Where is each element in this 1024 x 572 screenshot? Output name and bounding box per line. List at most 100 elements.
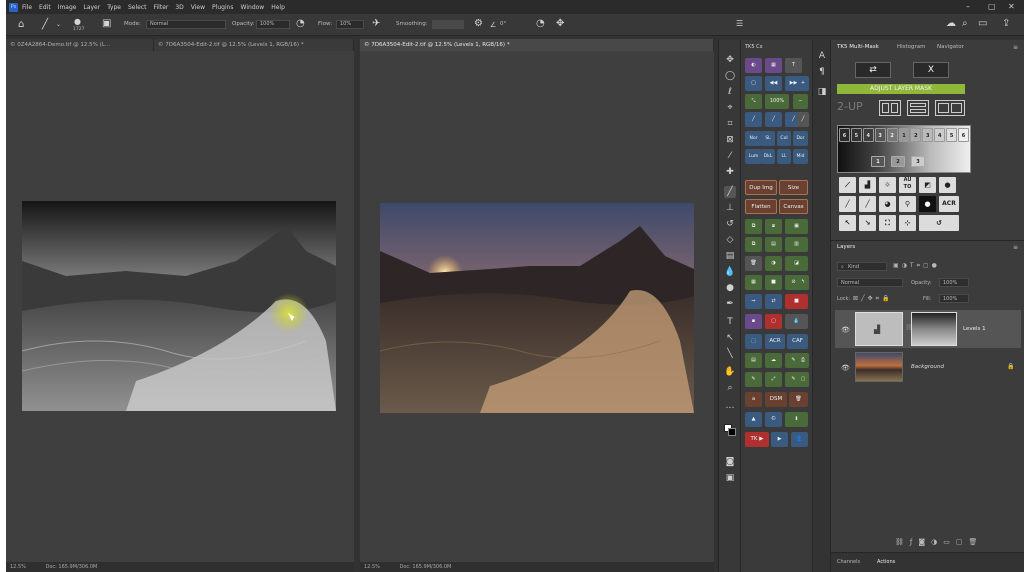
sun-icon[interactable]: ☼ bbox=[879, 177, 896, 193]
airbrush-icon[interactable]: ✈ bbox=[372, 19, 380, 29]
grid-cell-4a[interactable]: 4 bbox=[862, 128, 874, 142]
menu-filter[interactable]: Filter bbox=[154, 4, 169, 11]
pin-icon[interactable]: ⚲ bbox=[899, 196, 916, 212]
marquee-tool-icon[interactable]: ◯ bbox=[724, 70, 736, 82]
layer-row-background[interactable]: 👁 Background 🔒 bbox=[835, 350, 1021, 388]
layer-action-icons[interactable]: ⛓ƒ◙◑▭▢🗑 bbox=[895, 538, 983, 546]
opacity-input[interactable]: 100% bbox=[256, 20, 290, 29]
contract-icon[interactable]: ⊹ bbox=[899, 215, 916, 231]
menu-plugins[interactable]: Plugins bbox=[212, 4, 234, 11]
path-select-tool-icon[interactable]: ↖ bbox=[724, 332, 736, 344]
quick-mask-icon[interactable]: ◙ bbox=[724, 456, 736, 468]
maximize-button[interactable]: ▢ bbox=[988, 2, 996, 11]
tk-mask-icon[interactable]: ◐ bbox=[745, 58, 762, 73]
auto-to-icon[interactable]: AU TO bbox=[899, 177, 916, 193]
tk-triangle-icon[interactable]: ▲ bbox=[745, 412, 762, 427]
tk-prev-icon[interactable]: ◀◀ bbox=[765, 76, 782, 91]
screen-mode-icon[interactable]: ▣ bbox=[724, 472, 736, 484]
stamp-tool-icon[interactable]: ⊥ bbox=[724, 202, 736, 214]
close-mask-button[interactable]: X bbox=[913, 62, 949, 78]
menu-image[interactable]: Image bbox=[58, 4, 77, 11]
tk-brush-black-icon[interactable]: ╱ bbox=[745, 112, 762, 127]
tk-lum-button[interactable]: Lum bbox=[745, 149, 762, 164]
expand-icon[interactable]: ⛶ bbox=[879, 215, 896, 231]
tk-size-button[interactable]: Size bbox=[779, 180, 808, 195]
grid-mid-3[interactable]: 3 bbox=[911, 156, 925, 167]
cloud-docs-icon[interactable]: ☁ bbox=[946, 19, 956, 29]
grid-cell-1[interactable]: 1 bbox=[898, 128, 910, 142]
tk-layer-group-icon[interactable]: ⧉ bbox=[745, 237, 762, 252]
search-icon[interactable]: ⌕ bbox=[962, 19, 968, 29]
pressure-opacity-icon[interactable]: ◔ bbox=[296, 19, 305, 29]
tk-dor-button[interactable]: Dor bbox=[793, 131, 808, 146]
tk-drop-icon[interactable]: 💧 bbox=[785, 314, 808, 329]
layer-opacity-input[interactable]: 100% bbox=[939, 278, 969, 287]
grid-cell-6b[interactable]: 6 bbox=[958, 128, 969, 142]
brush-tool-icon[interactable]: ╱ bbox=[724, 186, 736, 198]
fill-input[interactable]: 100% bbox=[939, 294, 969, 303]
right-zoom-value[interactable]: 12.5% bbox=[364, 564, 380, 570]
color-swatches-icon[interactable] bbox=[724, 424, 736, 436]
eraser-tool-icon[interactable]: ◇ bbox=[724, 234, 736, 246]
tab-demo-document[interactable]: © 0Z4A2864-Demo.tif @ 12.5% (L... bbox=[6, 39, 154, 51]
hand-tool-icon[interactable]: ✋ bbox=[724, 366, 736, 378]
right-doc-info[interactable]: Doc: 165.9M/306.0M bbox=[399, 564, 451, 570]
tk-layer-stamp-icon[interactable]: ▤ bbox=[765, 237, 782, 252]
histogram-icon[interactable]: ▟ bbox=[859, 177, 876, 193]
drop-icon[interactable]: ● bbox=[939, 177, 956, 193]
tk-zoom-100-button[interactable]: 100% bbox=[765, 94, 789, 109]
tk-dsm-button[interactable]: DSM bbox=[765, 392, 787, 407]
mask-thumbnail[interactable] bbox=[911, 312, 957, 346]
paragraph-panel-icon[interactable]: ¶ bbox=[816, 66, 828, 78]
grid-cell-3b[interactable]: 3 bbox=[922, 128, 934, 142]
tk-copyright-icon[interactable]: © bbox=[765, 412, 782, 427]
left-doc-info[interactable]: Doc: 165.9M/306.0M bbox=[45, 564, 97, 570]
layer-name-background[interactable]: Background bbox=[911, 364, 944, 370]
arrow-se-icon[interactable]: ↘ bbox=[859, 215, 876, 231]
tk-user-play-icon[interactable]: 👤 bbox=[791, 432, 808, 447]
share-icon[interactable]: ⇪ bbox=[1002, 19, 1010, 29]
menu-view[interactable]: View bbox=[191, 4, 205, 11]
blur-tool-icon[interactable]: 💧 bbox=[724, 266, 736, 278]
adjust-layer-mask-button[interactable]: ADJUST LAYER MASK bbox=[837, 84, 965, 94]
tk-nor-button[interactable]: Nor bbox=[745, 131, 762, 146]
minimize-button[interactable]: – bbox=[966, 2, 970, 11]
tk-doc-save-icon[interactable]: ▤ bbox=[745, 353, 762, 368]
tk-layer-copy-icon[interactable]: ⧉ bbox=[745, 219, 762, 234]
tk-fit-icon[interactable]: ⤡ bbox=[745, 94, 762, 109]
menu-layer[interactable]: Layer bbox=[83, 4, 100, 11]
grid-cell-6a[interactable]: 6 bbox=[839, 128, 850, 142]
menu-help[interactable]: Help bbox=[271, 4, 285, 11]
arrow-nw-icon[interactable]: ↖ bbox=[839, 215, 856, 231]
tk-swap-icon[interactable]: ⇄ bbox=[765, 294, 782, 309]
tk-sl-button[interactable]: SL bbox=[761, 131, 775, 146]
tk-bolt-icon[interactable]: ϟ bbox=[797, 275, 809, 290]
menu-file[interactable]: File bbox=[22, 4, 32, 11]
layout-vertical-icon[interactable] bbox=[879, 100, 901, 116]
tk-dkl-button[interactable]: DkL bbox=[761, 149, 775, 164]
tk-purple-swatch-icon[interactable]: ▪ bbox=[745, 314, 762, 329]
brush-white-icon[interactable]: ╱ bbox=[859, 196, 876, 212]
curves-icon[interactable]: ⟋ bbox=[839, 177, 856, 193]
grid-mid-1[interactable]: 1 bbox=[871, 156, 885, 167]
tk-select-icon[interactable]: ⬚ bbox=[745, 334, 762, 349]
character-panel-icon[interactable]: A bbox=[816, 50, 828, 62]
grid-cell-3a[interactable]: 3 bbox=[874, 128, 886, 142]
lock-icon[interactable]: 🔒 bbox=[1007, 363, 1014, 370]
right-canvas[interactable] bbox=[360, 51, 714, 562]
grid-cell-4b[interactable]: 4 bbox=[934, 128, 946, 142]
tab-actions[interactable]: Actions bbox=[877, 559, 895, 565]
tk-flatten-button[interactable]: Flatten bbox=[745, 199, 777, 214]
symmetry-icon[interactable]: ✥ bbox=[556, 19, 564, 29]
menu-3d[interactable]: 3D bbox=[175, 4, 183, 11]
tk-channels-icon[interactable]: ▦ bbox=[765, 58, 782, 73]
tk-trash-icon[interactable]: 🗑 bbox=[789, 392, 808, 407]
layers-title[interactable]: Layers bbox=[837, 244, 855, 250]
history-brush-tool-icon[interactable]: ↺ bbox=[724, 218, 736, 230]
lock-icons[interactable]: ⊠╱✥⌗🔒 bbox=[853, 295, 893, 303]
brush-preset-icon[interactable]: ● bbox=[74, 17, 81, 27]
chevron-down-icon[interactable]: ⌄ bbox=[56, 20, 61, 30]
tk-download-icon[interactable]: ⬇ bbox=[785, 412, 808, 427]
tk-mid-button[interactable]: Mid bbox=[793, 149, 808, 164]
tk-dup-img-button[interactable]: Dup Img bbox=[745, 180, 777, 195]
